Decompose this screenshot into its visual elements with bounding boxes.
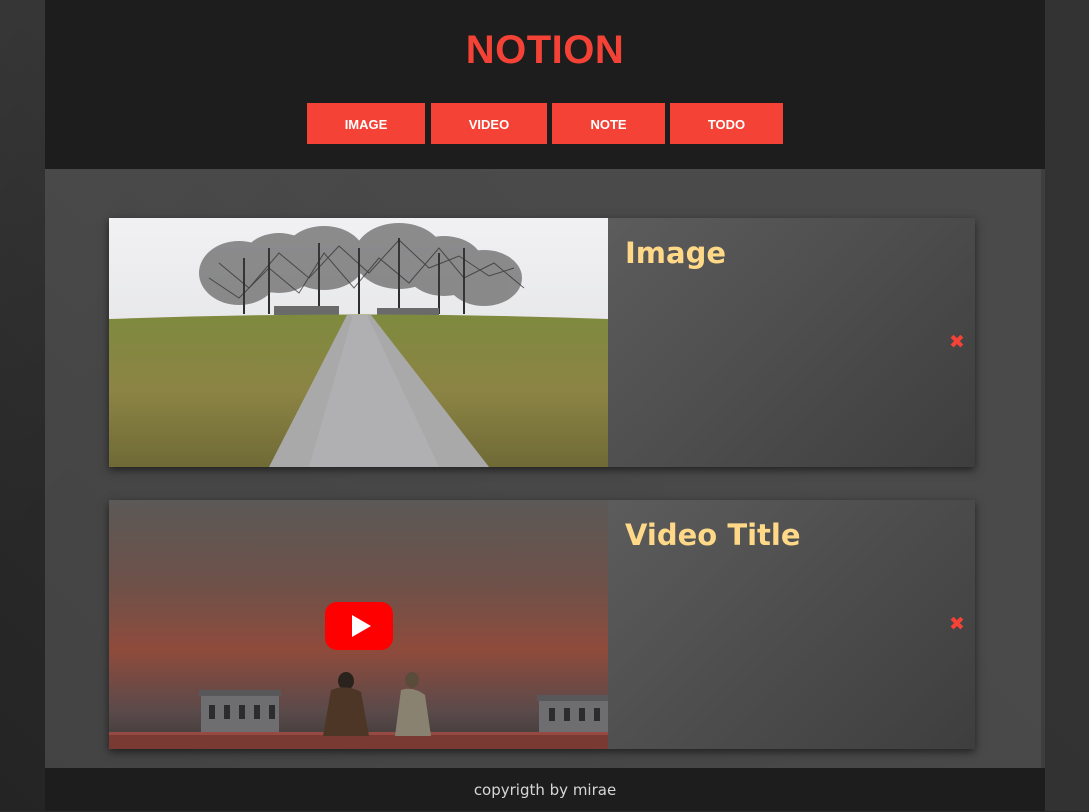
image-card: Image ✖: [109, 218, 975, 467]
main-content: Image ✖ Video Title ✖: [45, 169, 1045, 768]
video-button[interactable]: VIDEO: [431, 103, 547, 144]
video-card: Video Title ✖: [109, 500, 975, 749]
landscape-image: [109, 218, 608, 467]
note-button[interactable]: NOTE: [552, 103, 665, 144]
card-video[interactable]: [109, 500, 608, 749]
card-title: Image: [625, 236, 727, 270]
footer: copyrigth by mirae: [45, 768, 1045, 811]
card-title: Video Title: [625, 518, 801, 552]
card-image: [109, 218, 608, 467]
logo: NOTION: [465, 28, 625, 72]
close-icon[interactable]: ✖: [947, 330, 967, 354]
todo-button[interactable]: TODO: [670, 103, 783, 144]
app-container: NOTION IMAGE VIDEO NOTE TODO Image ✖ Vid…: [45, 0, 1045, 811]
close-icon[interactable]: ✖: [947, 612, 967, 636]
video-thumbnail: [109, 500, 608, 749]
image-button[interactable]: IMAGE: [307, 103, 425, 144]
header: NOTION IMAGE VIDEO NOTE TODO: [45, 0, 1045, 169]
